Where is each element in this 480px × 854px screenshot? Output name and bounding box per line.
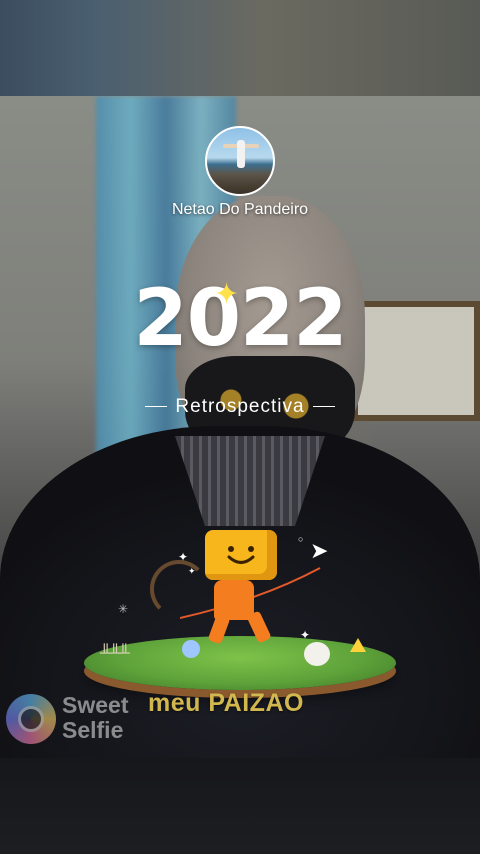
duck-icon xyxy=(304,642,330,666)
watermark-line1: Sweet xyxy=(62,692,129,718)
grass-island xyxy=(84,636,396,690)
profile-avatar[interactable] xyxy=(205,126,275,196)
blurred-top-band xyxy=(0,0,480,96)
year-title: 2022 xyxy=(133,274,347,364)
retrospective-subtitle: Retrospectiva xyxy=(175,396,305,417)
avatar-person xyxy=(237,140,245,168)
retrospective-subtitle-row: Retrospectiva xyxy=(0,396,480,418)
character-body xyxy=(214,580,254,620)
sweet-selfie-logo-icon xyxy=(6,694,56,744)
flower-icon xyxy=(182,640,200,658)
watermark-line2: Selfie xyxy=(62,717,124,743)
star-icon: ✳ xyxy=(118,602,129,616)
photo-caption: meu PAIZAO xyxy=(148,689,304,717)
sweet-selfie-watermark: Sweet Selfie xyxy=(62,693,128,743)
paper-plane-icon: ➤ xyxy=(310,538,329,563)
smiley-face-icon xyxy=(227,546,255,564)
profile-username[interactable]: Netao Do Pandeiro xyxy=(0,201,480,219)
divider-right xyxy=(312,406,335,408)
fence: ╨╨╨ xyxy=(100,645,130,662)
divider-left xyxy=(145,406,168,408)
cube-character-head xyxy=(205,530,277,580)
sparkle-icon: ✦ xyxy=(214,278,240,311)
blurred-bottom-band xyxy=(0,758,480,854)
circle-icon: ○ xyxy=(298,534,304,544)
